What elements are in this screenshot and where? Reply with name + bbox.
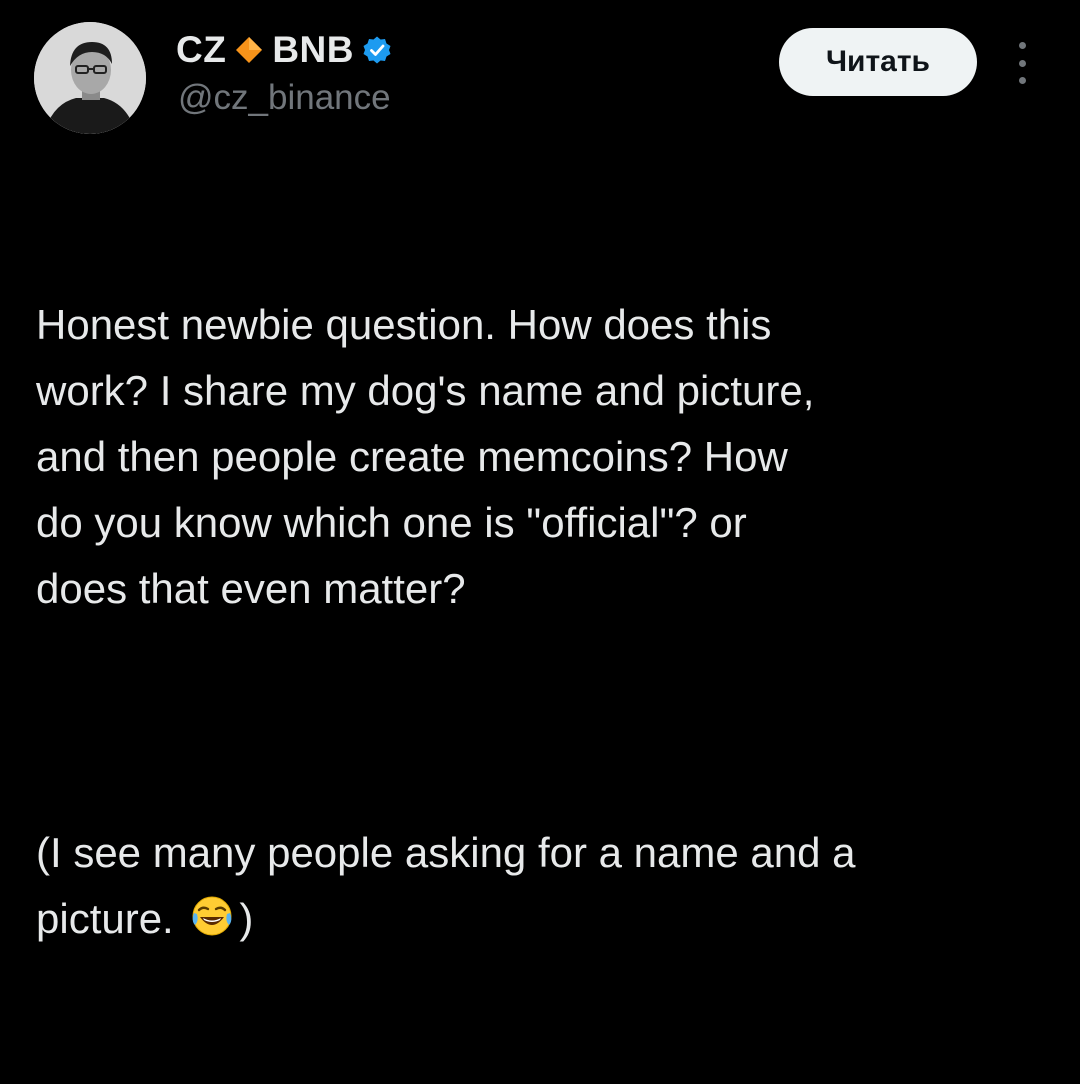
tears-of-joy-emoji-icon [189, 892, 235, 938]
tweet-paragraph-2-line-2-start: picture. [36, 895, 186, 942]
tweet-paragraph-2-line-1: (I see many people asking for a name and… [36, 829, 856, 876]
follow-button[interactable]: Читать [779, 28, 977, 96]
more-vertical-icon[interactable] [1012, 42, 1032, 84]
avatar[interactable] [34, 22, 146, 134]
display-name-suffix[interactable]: BNB [272, 29, 354, 71]
display-name-prefix[interactable]: CZ [176, 29, 226, 71]
more-dot [1018, 59, 1026, 67]
tweet: CZ BNB @cz_binance Читать Honest newbie … [0, 0, 1080, 942]
author-name-row[interactable]: CZ BNB [176, 28, 392, 72]
tweet-paragraph-2-line-2-end: ) [239, 895, 254, 942]
tweet-paragraph-1: Honest newbie question. How does this wo… [36, 301, 815, 612]
orange-diamond-icon [234, 35, 264, 65]
author-handle[interactable]: @cz_binance [178, 78, 391, 118]
more-dot [1018, 42, 1026, 49]
verified-badge-icon [362, 35, 392, 65]
tweet-paragraph-2: (I see many people asking for a name and… [36, 820, 1066, 952]
tweet-text: Honest newbie question. How does this wo… [36, 160, 1066, 1084]
more-dot [1018, 77, 1026, 84]
